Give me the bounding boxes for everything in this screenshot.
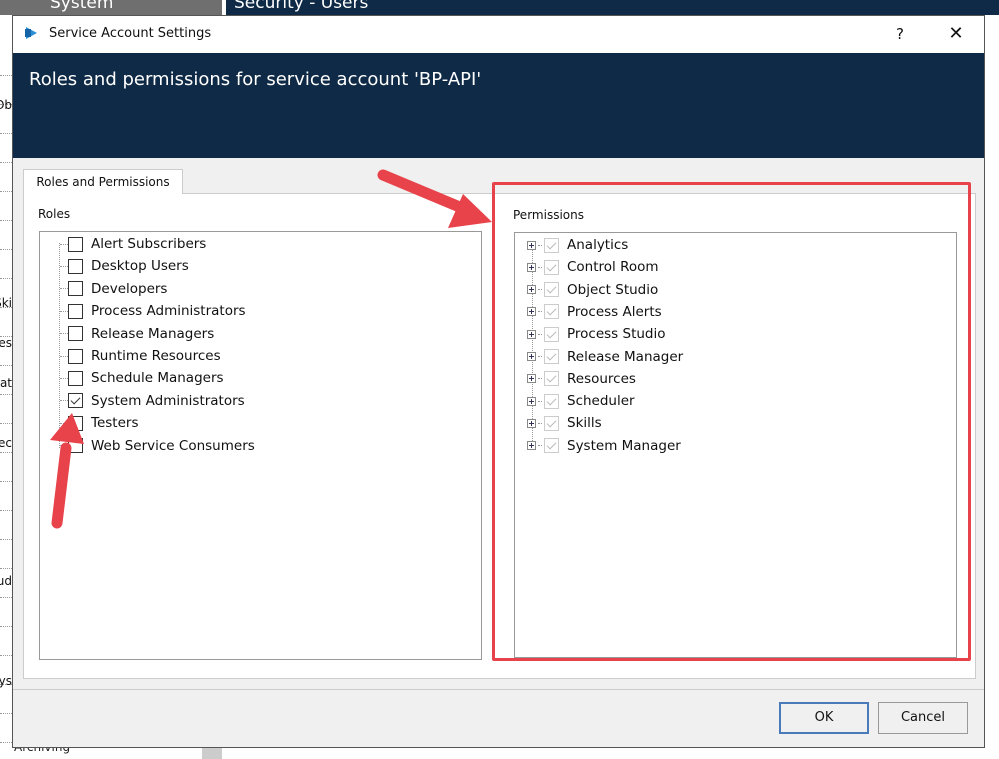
arrow-to-system-administrators-icon	[50, 413, 84, 529]
arrow-to-permissions-icon	[377, 169, 492, 228]
tab-roles-and-permissions[interactable]: Roles and Permissions	[23, 169, 183, 194]
annotation-arrows	[50, 169, 492, 529]
